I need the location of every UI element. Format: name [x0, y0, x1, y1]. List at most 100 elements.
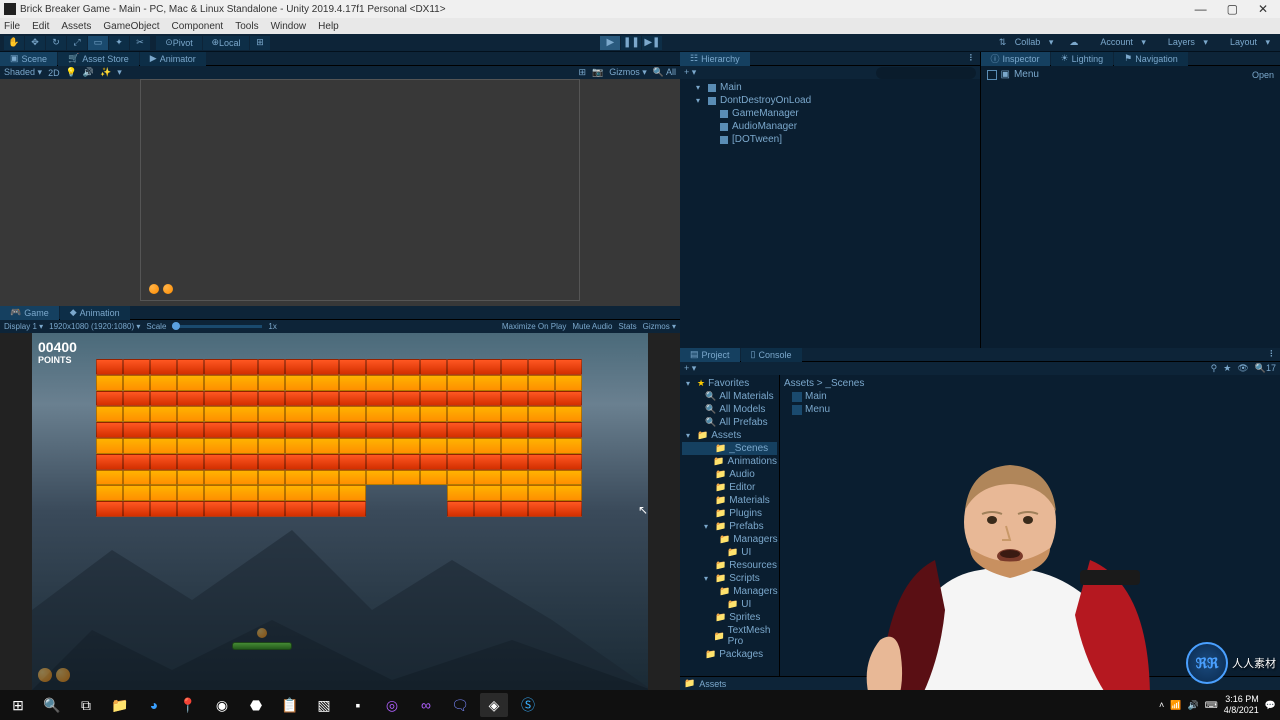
folder-managers[interactable]: 📁 Managers [682, 585, 777, 598]
move-tool[interactable]: ✥ [25, 36, 45, 50]
tab-animation[interactable]: ◆Animation [60, 306, 130, 320]
folder-managers[interactable]: 📁 Managers [682, 533, 777, 546]
folder-editor[interactable]: 📁 Editor [682, 481, 777, 494]
tab-project[interactable]: ▤Project [680, 348, 740, 362]
assets-node[interactable]: ▾📁 Assets [682, 429, 777, 442]
menu-component[interactable]: Component [172, 21, 224, 32]
fx-toggle-icon[interactable]: ✨ [100, 67, 111, 78]
visualstudio-icon[interactable]: ∞ [412, 693, 440, 717]
hierarchy-item[interactable]: GameManager [680, 107, 980, 120]
hidden-toggle-icon[interactable]: ▾ [117, 67, 122, 78]
tool-display-icon[interactable]: ⊞ [578, 67, 586, 78]
folder-resources[interactable]: 📁 Resources [682, 559, 777, 572]
folder-animations[interactable]: 📁 Animations [682, 455, 777, 468]
hidden-filter-icon[interactable]: 👁 [1237, 363, 1248, 374]
folder-ui[interactable]: 📁 UI [682, 546, 777, 559]
maximize-on-play[interactable]: Maximize On Play [502, 322, 566, 331]
explorer-icon[interactable]: 📁 [106, 693, 134, 717]
account-dropdown[interactable]: Account ▾ [1088, 37, 1152, 48]
hierarchy-search[interactable] [876, 67, 976, 79]
camera-icon[interactable]: 📷 [592, 67, 603, 78]
unity-taskbar-icon[interactable]: ◈ [480, 693, 508, 717]
tab-navigation[interactable]: ⚑Navigation [1114, 52, 1188, 66]
pause-button[interactable]: ❚❚ [621, 36, 641, 50]
layout-dropdown[interactable]: Layout ▾ [1218, 37, 1276, 48]
folder-plugins[interactable]: 📁 Plugins [682, 507, 777, 520]
hand-tool[interactable]: ✋ [4, 36, 24, 50]
rotate-tool[interactable]: ↻ [46, 36, 66, 50]
scale-slider[interactable] [172, 325, 262, 328]
discord-icon[interactable]: 🗨 [446, 693, 474, 717]
menu-help[interactable]: Help [318, 21, 339, 32]
enable-checkbox[interactable] [987, 70, 997, 80]
favorites-node[interactable]: ▾★ Favorites [682, 377, 777, 390]
scale-tool[interactable]: ⤢ [67, 36, 87, 50]
tab-game[interactable]: 🎮Game [0, 306, 59, 320]
lighting-toggle-icon[interactable]: 💡 [66, 67, 77, 78]
project-options-icon[interactable]: ⠇ [1269, 349, 1276, 359]
menu-tools[interactable]: Tools [235, 21, 258, 32]
hierarchy-options-icon[interactable]: ⠇ [969, 53, 976, 64]
minimize-button[interactable]: — [1195, 2, 1207, 16]
folder-ui[interactable]: 📁 UI [682, 598, 777, 611]
favorite-search[interactable]: 🔍 All Materials [682, 390, 777, 403]
start-button[interactable]: ⊞ [4, 693, 32, 717]
taskbar-clock[interactable]: 3:16 PM 4/8/2021 [1224, 694, 1259, 716]
scene-search[interactable]: 🔍 All [653, 67, 676, 78]
maps-icon[interactable]: 📍 [174, 693, 202, 717]
edge-icon[interactable]: ◕ [140, 693, 168, 717]
gizmos-dropdown[interactable]: Gizmos ▾ [609, 67, 647, 78]
create-dropdown[interactable]: + ▾ [684, 67, 696, 78]
hierarchy-item[interactable]: AudioManager [680, 120, 980, 133]
menu-file[interactable]: File [4, 21, 20, 32]
folder-prefabs[interactable]: ▾📁 Prefabs [682, 520, 777, 533]
folder-_scenes[interactable]: 📁 _Scenes [682, 442, 777, 455]
hierarchy-item[interactable]: ▾Main [680, 81, 980, 94]
maximize-button[interactable]: ▢ [1227, 2, 1238, 16]
filter-icon[interactable]: ⚲ [1211, 363, 1218, 374]
steam-icon[interactable]: ◉ [208, 693, 236, 717]
folder-scripts[interactable]: ▾📁 Scripts [682, 572, 777, 585]
hierarchy-item[interactable]: ▾DontDestroyOnLoad [680, 94, 980, 107]
app-icon-2[interactable]: ▧ [310, 693, 338, 717]
menu-edit[interactable]: Edit [32, 21, 49, 32]
folder-audio[interactable]: 📁 Audio [682, 468, 777, 481]
tray-lang-icon[interactable]: ⌨ [1205, 700, 1218, 711]
asset-menu[interactable]: Menu [784, 403, 1276, 416]
menu-gameobject[interactable]: GameObject [103, 21, 159, 32]
audio-toggle-icon[interactable]: 🔊 [83, 67, 94, 78]
tab-inspector[interactable]: ⓘInspector [981, 52, 1050, 66]
tray-chevron-icon[interactable]: ˄ [1159, 700, 1164, 710]
project-create-dropdown[interactable]: + ▾ [684, 363, 696, 374]
tab-hierarchy[interactable]: ☷Hierarchy [680, 52, 750, 66]
pivot-toggle[interactable]: ⊙Pivot [156, 36, 202, 50]
tray-volume-icon[interactable]: 🔊 [1188, 700, 1199, 711]
open-scene-button[interactable]: Open [1252, 70, 1274, 80]
cloud-icon[interactable]: ☁ [1063, 37, 1084, 48]
hierarchy-item[interactable]: [DOTween] [680, 133, 980, 146]
transform-tool[interactable]: ✦ [109, 36, 129, 50]
snap-toggle[interactable]: ⊞ [250, 36, 270, 50]
layers-dropdown[interactable]: Layers ▾ [1156, 37, 1214, 48]
close-button[interactable]: ✕ [1258, 2, 1268, 16]
skype-icon[interactable]: Ⓢ [514, 693, 542, 717]
rect-tool[interactable]: ▭ [88, 36, 108, 50]
step-button[interactable]: ▶❚ [642, 36, 662, 50]
breadcrumb[interactable]: Assets > _Scenes [784, 377, 1276, 390]
game-view[interactable]: 00400 POINTS [0, 333, 680, 690]
menu-assets[interactable]: Assets [61, 21, 91, 32]
display-dropdown[interactable]: Display 1 ▾ [4, 322, 43, 331]
tab-animator[interactable]: ▶Animator [140, 52, 206, 66]
folder-packages[interactable]: 📁 Packages [682, 648, 777, 661]
favorite-search[interactable]: 🔍 All Models [682, 403, 777, 416]
stats-toggle[interactable]: Stats [618, 322, 636, 331]
custom-tool[interactable]: ✂ [130, 36, 150, 50]
render-mode-dropdown[interactable]: Shaded ▾ [4, 67, 42, 78]
notes-icon[interactable]: 📋 [276, 693, 304, 717]
folder-materials[interactable]: 📁 Materials [682, 494, 777, 507]
asset-main[interactable]: Main [784, 390, 1276, 403]
tab-lighting[interactable]: ☀Lighting [1051, 52, 1114, 66]
game-gizmos-dropdown[interactable]: Gizmos ▾ [643, 322, 676, 331]
tab-console[interactable]: ▯Console [741, 348, 802, 362]
collab-dropdown[interactable]: ⇅ Collab ▾ [993, 37, 1060, 48]
